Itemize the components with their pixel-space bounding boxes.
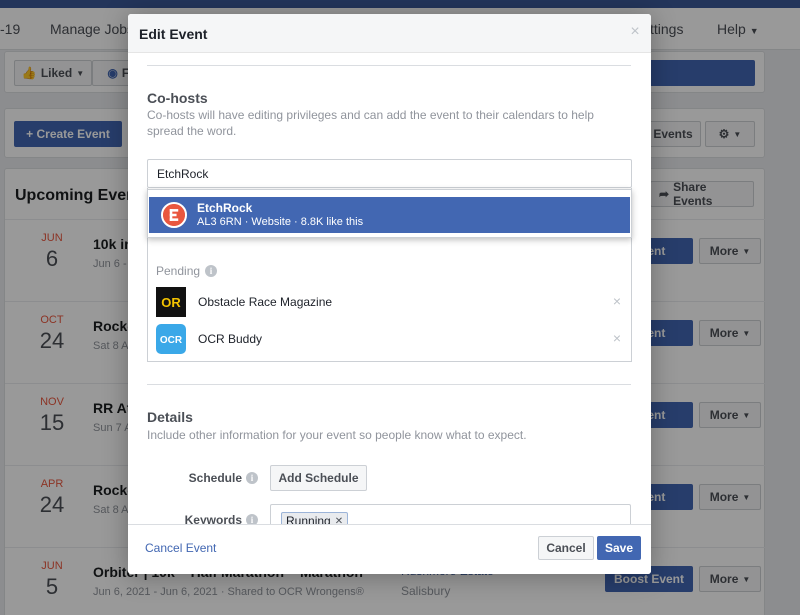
remove-icon[interactable]: × (613, 293, 621, 309)
cohosts-heading: Co-hosts (147, 90, 208, 106)
keyword-token-label: Running (286, 514, 331, 524)
keywords-input[interactable]: Running ✕ (270, 504, 631, 524)
divider (147, 384, 631, 385)
pending-label: Pending (156, 264, 201, 278)
suggestion-item-etchrock[interactable]: EtchRock AL3 6RN · Website · 8.8K like t… (149, 197, 630, 233)
details-heading: Details (147, 409, 193, 425)
obstacle-race-magazine-logo: OR (156, 287, 186, 317)
dialog-title: Edit Event (139, 26, 208, 42)
keywords-field-label: Keywords i (148, 513, 258, 524)
remove-icon[interactable]: × (613, 330, 621, 346)
pending-host-row: OCR OCR Buddy × (156, 324, 621, 354)
cancel-event-link[interactable]: Cancel Event (145, 541, 216, 555)
cohost-suggestions-dropdown: EtchRock AL3 6RN · Website · 8.8K like t… (147, 189, 632, 238)
edit-event-dialog: Edit Event × Co-hosts Co-hosts will have… (128, 14, 651, 574)
divider (147, 65, 631, 66)
save-button[interactable]: Save (597, 536, 641, 560)
dialog-header: Edit Event × (128, 14, 651, 53)
remove-token-icon[interactable]: ✕ (335, 516, 343, 525)
schedule-label: Schedule (188, 471, 242, 485)
suggestion-name: EtchRock (197, 201, 253, 215)
etchrock-logo-icon (161, 202, 187, 228)
close-icon[interactable]: × (627, 24, 643, 40)
dialog-body[interactable]: Co-hosts Co-hosts will have editing priv… (128, 54, 651, 524)
pending-host-row: OR Obstacle Race Magazine × (156, 287, 621, 317)
info-icon[interactable]: i (246, 472, 258, 484)
dialog-footer: Cancel Event Cancel Save (128, 524, 651, 574)
ocr-buddy-logo: OCR (156, 324, 186, 354)
pending-section: Pending i (156, 264, 218, 278)
cohosts-help-text: Co-hosts will have editing privileges an… (147, 108, 594, 138)
pending-host-name: Obstacle Race Magazine (198, 295, 333, 309)
info-icon[interactable]: i (246, 514, 258, 524)
cohost-search-input[interactable] (147, 159, 632, 188)
cancel-button[interactable]: Cancel (538, 536, 594, 560)
pending-host-name: OCR Buddy (198, 332, 263, 346)
add-schedule-button[interactable]: Add Schedule (270, 465, 367, 491)
keyword-token[interactable]: Running ✕ (281, 512, 349, 525)
logo-text: OCR (160, 335, 183, 346)
schedule-field-label: Schedule i (148, 471, 258, 485)
details-help-text: Include other information for your event… (147, 428, 527, 442)
keywords-label: Keywords (184, 513, 242, 524)
logo-text: OR (161, 295, 181, 310)
suggestion-subtitle: AL3 6RN · Website · 8.8K like this (197, 216, 364, 228)
info-icon[interactable]: i (205, 265, 218, 277)
